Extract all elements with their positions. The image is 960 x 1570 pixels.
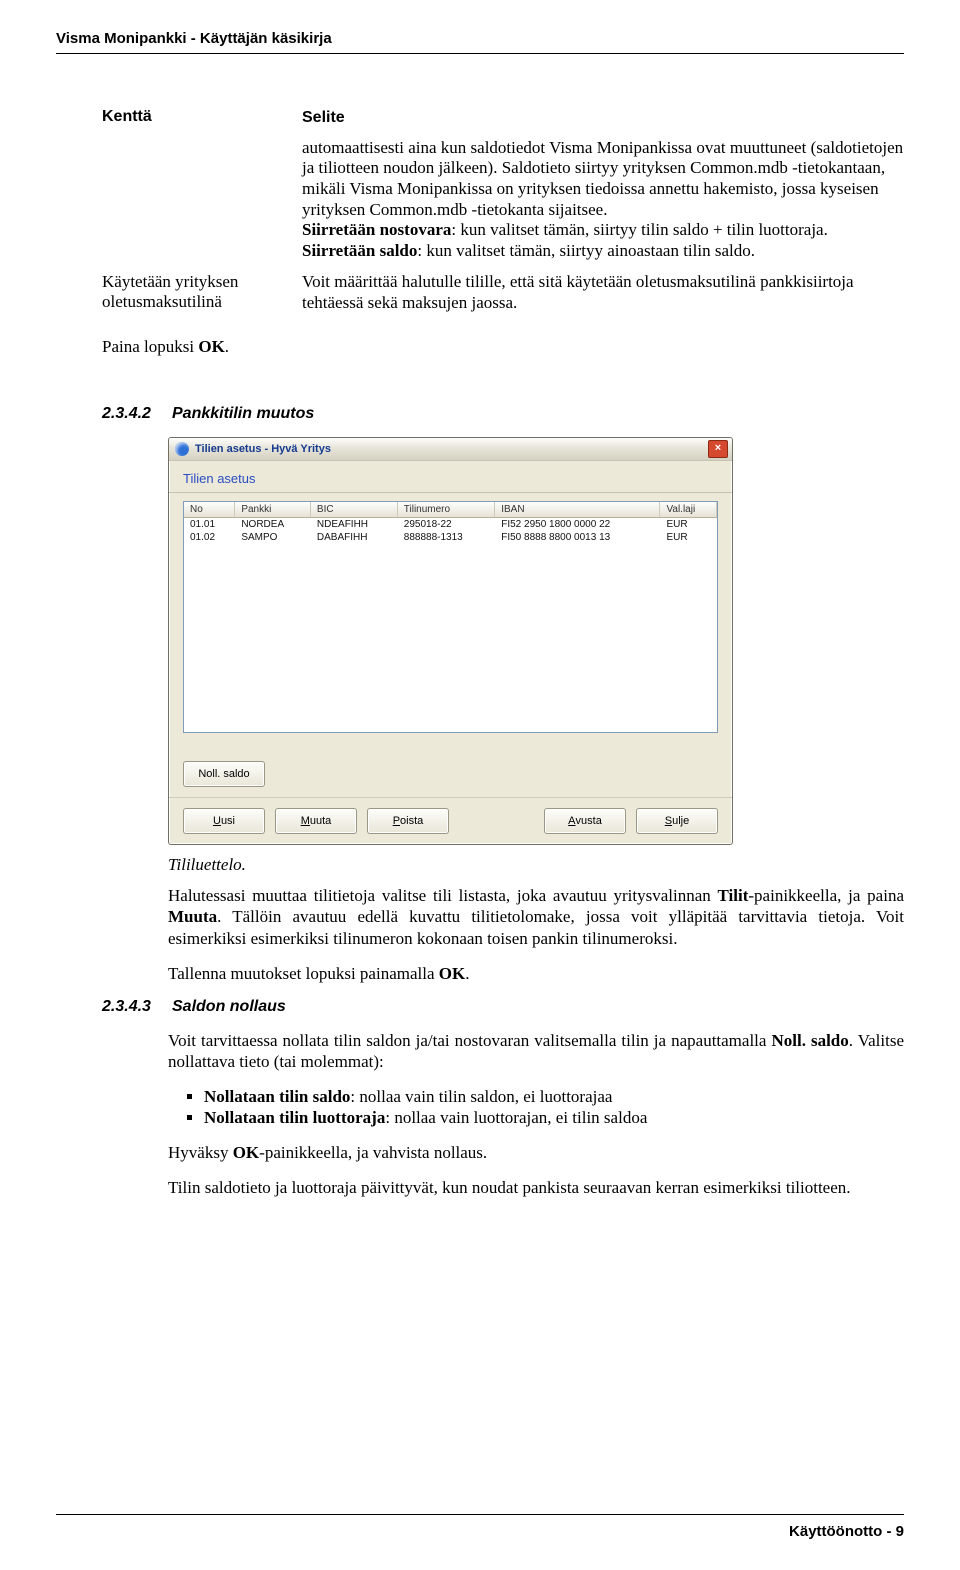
paragraph: Tallenna muutokset lopuksi painamalla OK… bbox=[168, 963, 904, 984]
column-header[interactable]: Tilinumero bbox=[397, 502, 494, 518]
dialog-window: Tilien asetus - Hyvä Yritys × Tilien ase… bbox=[168, 437, 733, 845]
field-desc: Voit määrittää halutulle tilille, että s… bbox=[302, 268, 904, 319]
field-desc: automaattisesti aina kun saldotiedot Vis… bbox=[302, 134, 904, 268]
section-index: 2.3.4.2 bbox=[102, 405, 168, 423]
account-listview[interactable]: NoPankkiBICTilinumeroIBANVal.laji 01.01N… bbox=[183, 501, 718, 733]
list-item: Nollataan tilin luottoraja: nollaa vain … bbox=[204, 1107, 904, 1128]
button-bar: Uusi Muuta Poista Avusta Sulje bbox=[169, 797, 732, 844]
app-icon bbox=[175, 442, 189, 456]
section-title: Saldon nollaus bbox=[172, 998, 286, 1015]
document-header: Visma Monipankki - Käyttäjän käsikirja bbox=[56, 30, 904, 54]
table-row[interactable]: 01.01NORDEANDEAFIHH295018-22FI52 2950 18… bbox=[184, 518, 717, 532]
cell: 01.01 bbox=[184, 518, 235, 532]
cell: 295018-22 bbox=[397, 518, 494, 532]
cell: DABAFIHH bbox=[310, 531, 397, 544]
column-header[interactable]: BIC bbox=[310, 502, 397, 518]
cell: EUR bbox=[660, 531, 717, 544]
cell: SAMPO bbox=[235, 531, 311, 544]
close-button[interactable]: Sulje bbox=[636, 808, 718, 834]
column-header[interactable]: Val.laji bbox=[660, 502, 717, 518]
column-header[interactable]: IBAN bbox=[495, 502, 660, 518]
col-header-desc: Selite bbox=[302, 104, 904, 134]
cell: 01.02 bbox=[184, 531, 235, 544]
paragraph: Hyväksy OK-painikkeella, ja vahvista nol… bbox=[168, 1142, 904, 1163]
figure-caption: Tililuettelo. bbox=[168, 855, 904, 875]
paragraph: Tilin saldotieto ja luottoraja päivittyv… bbox=[168, 1177, 904, 1198]
paragraph: Voit tarvittaessa nollata tilin saldon j… bbox=[168, 1030, 904, 1072]
col-header-field: Kenttä bbox=[102, 104, 302, 134]
cell: NORDEA bbox=[235, 518, 311, 532]
section-title: Pankkitilin muutos bbox=[172, 405, 314, 422]
cell: FI52 2950 1800 0000 22 bbox=[495, 518, 660, 532]
column-header[interactable]: No bbox=[184, 502, 235, 518]
paragraph: Halutessasi muuttaa tilitietoja valitse … bbox=[168, 885, 904, 948]
page-footer: Käyttöönotto - 9 bbox=[56, 1514, 904, 1540]
cell: NDEAFIHH bbox=[310, 518, 397, 532]
new-button[interactable]: Uusi bbox=[183, 808, 265, 834]
table-row: automaattisesti aina kun saldotiedot Vis… bbox=[102, 134, 904, 268]
column-header[interactable]: Pankki bbox=[235, 502, 311, 518]
help-button[interactable]: Avusta bbox=[544, 808, 626, 834]
bullet-list: Nollataan tilin saldo: nollaa vain tilin… bbox=[168, 1086, 904, 1128]
press-ok-note: Paina lopuksi OK. bbox=[102, 337, 904, 357]
cell: 888888-1313 bbox=[397, 531, 494, 544]
field-name: Käytetään yrityksen oletusmaksutilinä bbox=[102, 268, 302, 319]
window-title: Tilien asetus - Hyvä Yritys bbox=[195, 443, 708, 455]
list-item: Nollataan tilin saldo: nollaa vain tilin… bbox=[204, 1086, 904, 1107]
panel-heading: Tilien asetus bbox=[169, 461, 732, 493]
cell: EUR bbox=[660, 518, 717, 532]
edit-button[interactable]: Muuta bbox=[275, 808, 357, 834]
field-name bbox=[102, 134, 302, 268]
titlebar: Tilien asetus - Hyvä Yritys × bbox=[169, 438, 732, 461]
reset-balance-button[interactable]: Noll. saldo bbox=[183, 761, 265, 787]
cell: FI50 8888 8800 0013 13 bbox=[495, 531, 660, 544]
close-icon[interactable]: × bbox=[708, 440, 728, 458]
table-row[interactable]: 01.02SAMPODABAFIHH888888-1313FI50 8888 8… bbox=[184, 531, 717, 544]
delete-button[interactable]: Poista bbox=[367, 808, 449, 834]
section-index: 2.3.4.3 bbox=[102, 998, 168, 1016]
table-row: Käytetään yrityksen oletusmaksutilinä Vo… bbox=[102, 268, 904, 319]
field-description-table: Kenttä Selite automaattisesti aina kun s… bbox=[102, 104, 904, 319]
